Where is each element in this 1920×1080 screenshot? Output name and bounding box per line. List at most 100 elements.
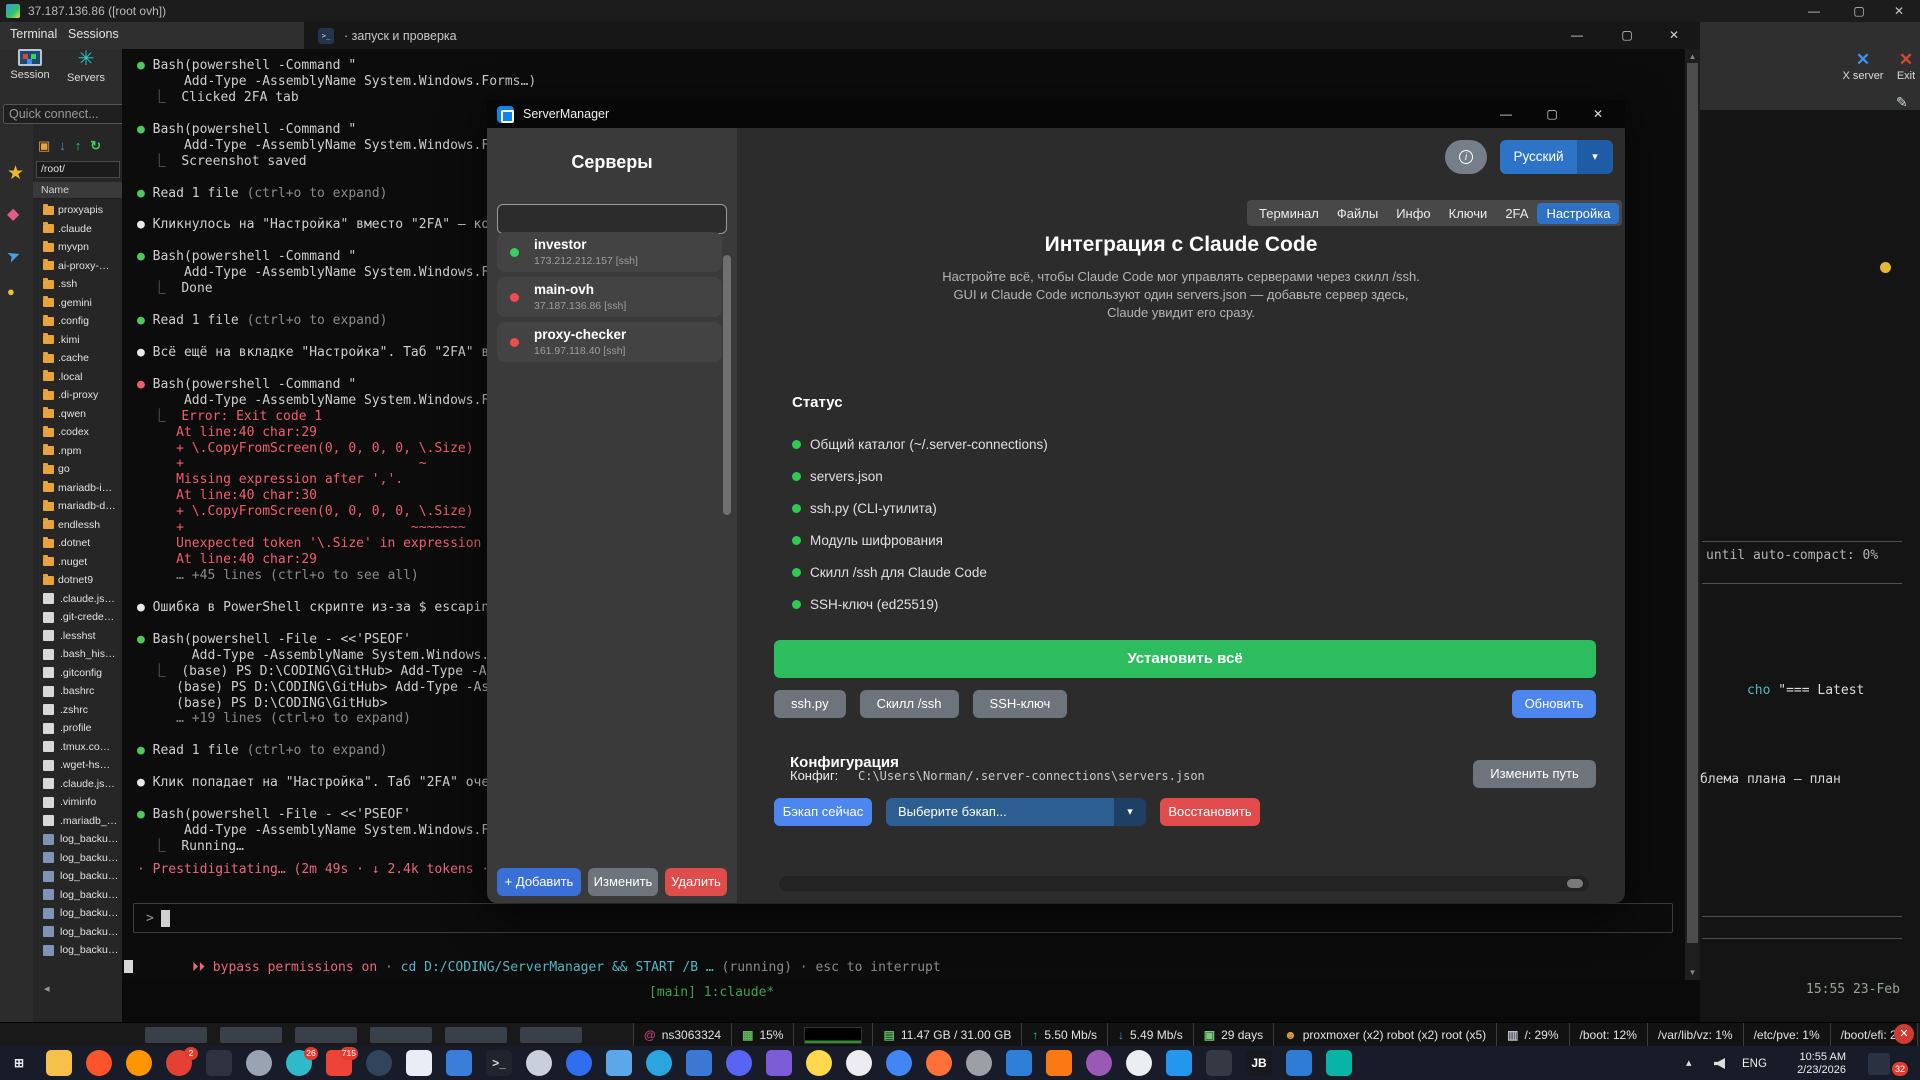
language-selector[interactable]: Русский ▾ [1500, 140, 1613, 174]
maximize-button[interactable]: ▢ [1838, 0, 1880, 22]
tree-item[interactable]: .npm [33, 442, 122, 461]
tree-item[interactable]: .claude [33, 220, 122, 239]
terminal-minimize-button[interactable]: — [1554, 22, 1600, 49]
server-item[interactable]: main-ovh37.187.136.86 [ssh] [497, 277, 722, 317]
backup-select[interactable]: Выберите бэкап... ▾ [886, 798, 1146, 826]
add-server-button[interactable]: + Добавить [497, 868, 581, 896]
tree-item[interactable]: .tmux.co… [33, 738, 122, 757]
tab-Ключи[interactable]: Ключи [1440, 203, 1497, 224]
tree-item[interactable]: log_backu… [33, 849, 122, 868]
menu-terminal[interactable]: Terminal [10, 27, 57, 41]
info-button[interactable]: i [1445, 140, 1487, 174]
path-input[interactable]: /root/ [36, 161, 120, 178]
taskbar-icon-jetbrains-ide[interactable] [1046, 1050, 1073, 1077]
tree-item[interactable]: .bashrc [33, 682, 122, 701]
taskbar-icon-quick-assist[interactable] [1286, 1050, 1313, 1077]
chevron-down-icon[interactable]: ▾ [1577, 140, 1613, 174]
tree-item[interactable]: .profile [33, 719, 122, 738]
tab-Терминал[interactable]: Терминал [1250, 203, 1328, 224]
change-path-button[interactable]: Изменить путь [1473, 760, 1596, 788]
tree-scroll-left-icon[interactable]: ◂ [44, 982, 50, 995]
pencil-icon[interactable]: ✎ [1896, 94, 1908, 111]
scroll-up-icon[interactable]: ▲ [1685, 52, 1700, 61]
taskbar-icon-photos-app[interactable] [686, 1050, 713, 1077]
scroll-down-icon[interactable]: ▼ [1685, 968, 1700, 977]
tree-item[interactable]: .gemini [33, 294, 122, 313]
taskbar-icon-docker[interactable] [1166, 1050, 1193, 1077]
tree-item[interactable]: dotnet9 [33, 571, 122, 590]
terminal-maximize-button[interactable]: ▢ [1604, 22, 1650, 49]
refresh-icon[interactable]: ↻ [90, 138, 101, 154]
taskbar-icon-chrome[interactable] [886, 1050, 913, 1077]
tree-item[interactable]: .zshrc [33, 701, 122, 720]
refresh-button[interactable]: Обновить [1512, 690, 1596, 718]
backup-now-button[interactable]: Бэкап сейчас [774, 798, 872, 826]
taskbar-icon-brave-browser[interactable] [86, 1050, 113, 1077]
tree-item[interactable]: .viminfo [33, 793, 122, 812]
taskbar-icon-edge-browser[interactable]: 26 [286, 1050, 313, 1077]
tree-item[interactable]: .kimi [33, 331, 122, 350]
close-button[interactable]: ✕ [1878, 0, 1920, 22]
minimize-button[interactable]: — [1793, 0, 1835, 22]
tree-column-header[interactable]: Name [33, 182, 122, 199]
tree-item[interactable]: .cache [33, 349, 122, 368]
taskbar-icon-blue-folder-app[interactable] [606, 1050, 633, 1077]
tree-item[interactable]: .nuget [33, 553, 122, 572]
taskbar-icon-vscode[interactable] [1006, 1050, 1033, 1077]
taskbar-icon-github-desktop[interactable] [846, 1050, 873, 1077]
server-item[interactable]: investor173.212.212.157 [ssh] [497, 232, 722, 272]
taskbar-icon-settings-app[interactable] [966, 1050, 993, 1077]
taskbar-icon-telegram[interactable] [646, 1050, 673, 1077]
tray-expand-icon[interactable]: ▴ [1686, 1056, 1692, 1069]
taskbar-icon-dark-app[interactable] [206, 1050, 233, 1077]
install-part-button[interactable]: ssh.py [774, 690, 846, 718]
tree-item[interactable]: log_backu… [33, 923, 122, 942]
tab-Файлы[interactable]: Файлы [1328, 203, 1387, 224]
tree-item[interactable]: log_backu… [33, 830, 122, 849]
tab-Настройка[interactable]: Настройка [1537, 203, 1619, 224]
taskbar-icon-purple-app[interactable] [766, 1050, 793, 1077]
tree-item[interactable]: mariadb-i… [33, 479, 122, 498]
tree-item[interactable]: endlessh [33, 516, 122, 535]
chevron-down-icon[interactable]: ▾ [1114, 798, 1146, 826]
tree-item[interactable]: .codex [33, 423, 122, 442]
scrollbar-thumb[interactable] [1687, 63, 1698, 943]
tree-item[interactable]: .di-proxy [33, 386, 122, 405]
sm-maximize-button[interactable]: ▢ [1532, 100, 1572, 128]
tree-item[interactable]: .claude.js… [33, 590, 122, 609]
server-list-scrollbar[interactable] [723, 255, 731, 515]
tab-Инфо[interactable]: Инфо [1387, 203, 1439, 224]
taskbar-icon-obs-studio[interactable] [366, 1050, 393, 1077]
tree-item[interactable]: log_backu… [33, 886, 122, 905]
statusbar-close-button[interactable]: ✕ [1894, 1024, 1914, 1044]
taskbar-icon-start[interactable]: ⊞ [6, 1050, 33, 1077]
tree-item[interactable]: log_backu… [33, 867, 122, 886]
delete-server-button[interactable]: Удалить [665, 868, 727, 896]
tree-item[interactable]: .qwen [33, 405, 122, 424]
tree-item[interactable]: go [33, 460, 122, 479]
taskbar-icon-jetbrains-toolbox[interactable]: JB [1246, 1050, 1273, 1077]
tree-item[interactable]: .wget-hs… [33, 756, 122, 775]
scrollbar-thumb[interactable] [1567, 879, 1583, 888]
server-item[interactable]: proxy-checker161.97.118.40 [ssh] [497, 322, 722, 362]
tree-item[interactable]: .bash_his… [33, 645, 122, 664]
notification-center-icon[interactable] [1868, 1053, 1890, 1075]
taskbar-icon-anydesk[interactable]: 715 [326, 1050, 353, 1077]
tree-item[interactable]: ai-proxy-… [33, 257, 122, 276]
install-all-button[interactable]: Установить всё [774, 640, 1596, 678]
upload-icon[interactable]: ↑ [75, 138, 82, 154]
keyboard-language[interactable]: ENG [1742, 1058, 1767, 1070]
session-button[interactable]: Session [2, 49, 58, 81]
taskbar-icon-yellow-app[interactable] [806, 1050, 833, 1077]
pink-tool-icon[interactable]: ◆ [7, 204, 19, 224]
tree-item[interactable]: .gitconfig [33, 664, 122, 683]
download-icon[interactable]: ↓ [59, 138, 66, 154]
taskbar-icon-white-app[interactable] [1126, 1050, 1153, 1077]
tree-item[interactable]: .claude.js… [33, 775, 122, 794]
tree-item[interactable]: log_backu… [33, 904, 122, 923]
install-part-button[interactable]: Скилл /ssh [860, 690, 959, 718]
taskbar-icon-paint-tool[interactable] [1326, 1050, 1353, 1077]
taskbar-icon-discord[interactable] [726, 1050, 753, 1077]
taskbar-icon-blue-circle-app[interactable] [566, 1050, 593, 1077]
taskbar-icon-terminal-app[interactable]: >_ [486, 1050, 513, 1077]
